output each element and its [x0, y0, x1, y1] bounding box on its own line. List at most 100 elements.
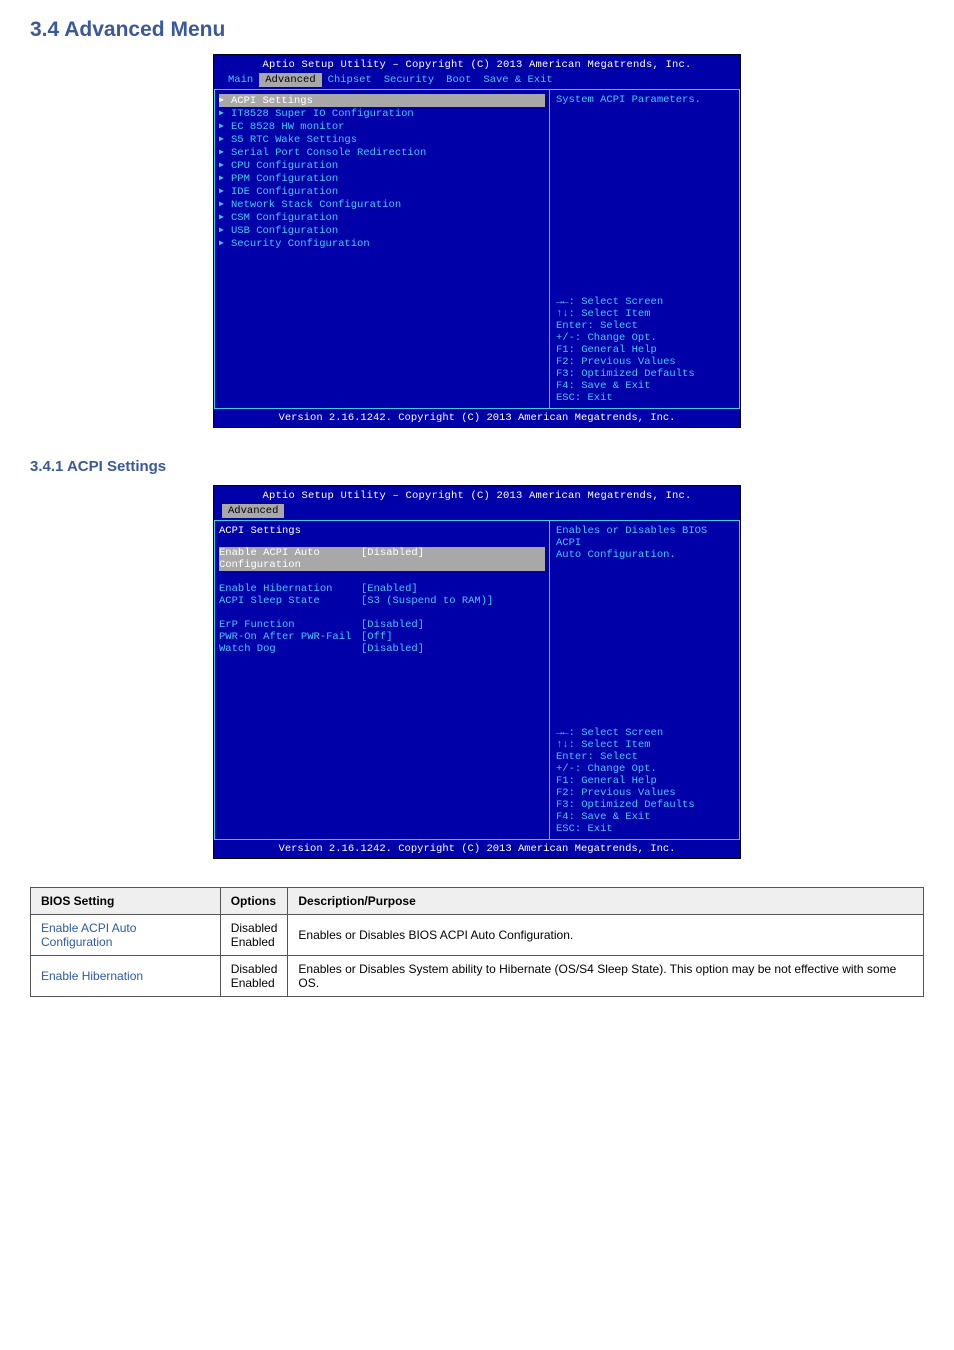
menu-item-label: Security Configuration: [231, 238, 370, 250]
bios-footer: Version 2.16.1242. Copyright (C) 2013 Am…: [214, 409, 740, 427]
bios-screen-acpi-settings: Aptio Setup Utility – Copyright (C) 2013…: [213, 485, 741, 859]
chevron-right-icon: [219, 120, 227, 133]
key-help-line: ESC: Exit: [556, 823, 733, 835]
cell-description: Enables or Disables BIOS ACPI Auto Confi…: [288, 915, 924, 956]
tab-save-exit[interactable]: Save & Exit: [477, 73, 558, 87]
section-subtitle: 3.4.1 ACPI Settings: [30, 458, 954, 475]
key-help-line: →←: Select Screen: [556, 727, 733, 739]
key-help-line: F4: Save & Exit: [556, 380, 733, 392]
help-pane: Enables or Disables BIOS ACPI Auto Confi…: [550, 520, 740, 840]
key-help: →←: Select Screen ↑↓: Select Item Enter:…: [556, 727, 733, 835]
chevron-right-icon: [219, 159, 227, 172]
bios-tab-bar: Advanced: [214, 504, 740, 520]
help-text: Enables or Disables BIOS ACPI: [556, 525, 733, 549]
menu-item-label: Network Stack Configuration: [231, 199, 401, 211]
options-table: BIOS Setting Options Description/Purpose…: [30, 887, 924, 997]
tab-main[interactable]: Main: [222, 73, 259, 87]
chevron-right-icon: [219, 146, 227, 159]
menu-item-label: Serial Port Console Redirection: [231, 147, 426, 159]
tab-boot[interactable]: Boot: [440, 73, 477, 87]
chevron-right-icon: [219, 224, 227, 237]
menu-item-serial-redirect[interactable]: Serial Port Console Redirection: [219, 146, 545, 159]
col-options: Options: [220, 888, 288, 915]
setting-value: [Disabled]: [361, 619, 424, 631]
settings-pane: ACPI Settings Enable ACPI Auto Configura…: [214, 520, 550, 840]
menu-item-ppm-config[interactable]: PPM Configuration: [219, 172, 545, 185]
table-row: Enable Hibernation Disabled Enabled Enab…: [31, 956, 924, 997]
key-help-line: ESC: Exit: [556, 392, 733, 404]
key-help-line: →←: Select Screen: [556, 296, 733, 308]
key-help-line: Enter: Select: [556, 320, 733, 332]
menu-item-label: EC 8528 HW monitor: [231, 121, 344, 133]
key-help-line: F4: Save & Exit: [556, 811, 733, 823]
table-header-row: BIOS Setting Options Description/Purpose: [31, 888, 924, 915]
key-help-line: +/-: Change Opt.: [556, 332, 733, 344]
tab-advanced[interactable]: Advanced: [222, 504, 284, 518]
menu-item-label: USB Configuration: [231, 225, 338, 237]
tab-security[interactable]: Security: [378, 73, 440, 87]
key-help-line: F3: Optimized Defaults: [556, 799, 733, 811]
menu-item-usb-config[interactable]: USB Configuration: [219, 224, 545, 237]
menu-item-cpu-config[interactable]: CPU Configuration: [219, 159, 545, 172]
chevron-right-icon: [219, 94, 227, 107]
menu-item-label: PPM Configuration: [231, 173, 338, 185]
menu-item-label: IT8528 Super IO Configuration: [231, 108, 414, 120]
setting-enable-hibernation[interactable]: Enable Hibernation [Enabled]: [219, 583, 545, 595]
chevron-right-icon: [219, 185, 227, 198]
cell-setting: Enable Hibernation: [31, 956, 221, 997]
tab-chipset[interactable]: Chipset: [322, 73, 378, 87]
menu-item-security-config[interactable]: Security Configuration: [219, 237, 545, 250]
cell-setting: Enable ACPI Auto Configuration: [31, 915, 221, 956]
setting-label: PWR-On After PWR-Fail: [219, 631, 361, 643]
menu-item-csm-config[interactable]: CSM Configuration: [219, 211, 545, 224]
key-help-line: F1: General Help: [556, 344, 733, 356]
menu-item-rtc-wake[interactable]: S5 RTC Wake Settings: [219, 133, 545, 146]
menu-item-hw-monitor[interactable]: EC 8528 HW monitor: [219, 120, 545, 133]
setting-value: [Disabled]: [361, 547, 424, 571]
setting-label: ACPI Sleep State: [219, 595, 361, 607]
setting-value: [S3 (Suspend to RAM)]: [361, 595, 493, 607]
chevron-right-icon: [219, 172, 227, 185]
chevron-right-icon: [219, 107, 227, 120]
setting-value: [Off]: [361, 631, 393, 643]
table-row: Enable ACPI Auto Configuration Disabled …: [31, 915, 924, 956]
setting-acpi-sleep-state[interactable]: ACPI Sleep State [S3 (Suspend to RAM)]: [219, 595, 545, 607]
tab-advanced[interactable]: Advanced: [259, 73, 321, 87]
setting-erp-function[interactable]: ErP Function [Disabled]: [219, 619, 545, 631]
key-help: →←: Select Screen ↑↓: Select Item Enter:…: [556, 296, 733, 404]
menu-item-label: S5 RTC Wake Settings: [231, 134, 357, 146]
chevron-right-icon: [219, 133, 227, 146]
setting-label: Watch Dog: [219, 643, 361, 655]
bios-header: Aptio Setup Utility – Copyright (C) 2013…: [214, 55, 740, 73]
menu-item-acpi-settings[interactable]: ACPI Settings: [219, 94, 545, 107]
bios-footer: Version 2.16.1242. Copyright (C) 2013 Am…: [214, 840, 740, 858]
setting-acpi-auto-config[interactable]: Enable ACPI Auto Configuration [Disabled…: [219, 547, 545, 571]
setting-value: [Enabled]: [361, 583, 418, 595]
setting-watch-dog[interactable]: Watch Dog [Disabled]: [219, 643, 545, 655]
bios-tab-bar: Main Advanced Chipset Security Boot Save…: [214, 73, 740, 89]
menu-item-ide-config[interactable]: IDE Configuration: [219, 185, 545, 198]
bios-header: Aptio Setup Utility – Copyright (C) 2013…: [214, 486, 740, 504]
key-help-line: F2: Previous Values: [556, 787, 733, 799]
setting-label: Enable Hibernation: [219, 583, 361, 595]
setting-label: ErP Function: [219, 619, 361, 631]
key-help-line: ↑↓: Select Item: [556, 739, 733, 751]
help-text: Auto Configuration.: [556, 549, 733, 561]
help-text: System ACPI Parameters.: [556, 94, 733, 106]
col-description: Description/Purpose: [288, 888, 924, 915]
key-help-line: F1: General Help: [556, 775, 733, 787]
bios-screen-advanced-menu: Aptio Setup Utility – Copyright (C) 2013…: [213, 54, 741, 428]
setting-label: Enable ACPI Auto Configuration: [219, 547, 361, 571]
key-help-line: Enter: Select: [556, 751, 733, 763]
key-help-line: F2: Previous Values: [556, 356, 733, 368]
cell-options: Disabled Enabled: [220, 915, 288, 956]
setting-pwr-on-after-fail[interactable]: PWR-On After PWR-Fail [Off]: [219, 631, 545, 643]
menu-item-label: CSM Configuration: [231, 212, 338, 224]
menu-pane: ACPI Settings IT8528 Super IO Configurat…: [214, 89, 550, 409]
menu-item-network-stack[interactable]: Network Stack Configuration: [219, 198, 545, 211]
help-pane: System ACPI Parameters. →←: Select Scree…: [550, 89, 740, 409]
menu-item-label: CPU Configuration: [231, 160, 338, 172]
key-help-line: F3: Optimized Defaults: [556, 368, 733, 380]
menu-item-superio[interactable]: IT8528 Super IO Configuration: [219, 107, 545, 120]
cell-options: Disabled Enabled: [220, 956, 288, 997]
